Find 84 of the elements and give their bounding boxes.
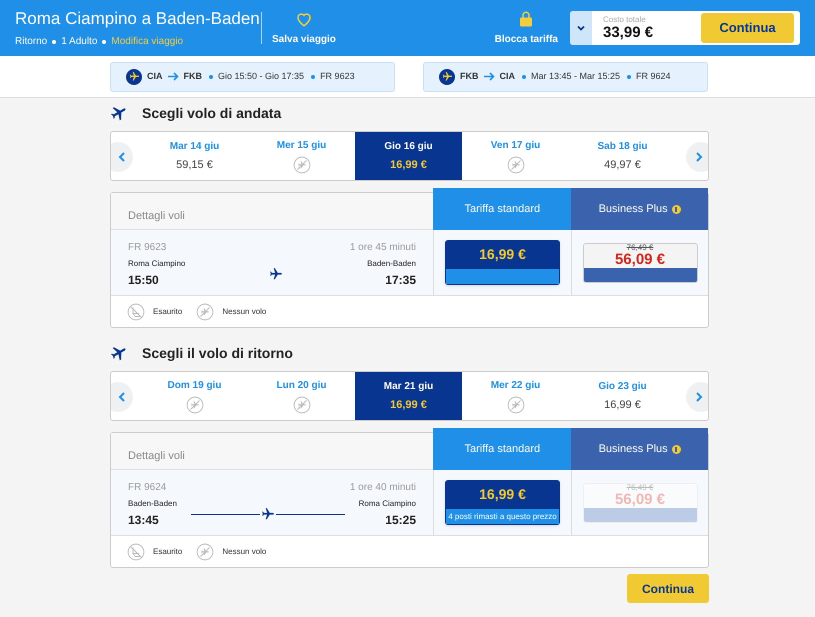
- no-flight-icon: [506, 156, 524, 174]
- no-flight-icon: [196, 302, 214, 320]
- departure-airport: Baden-Baden: [128, 498, 177, 510]
- details-header: Dettagli voli: [127, 209, 186, 224]
- old-price: 76,49 €: [626, 484, 654, 492]
- trip-info: Ritorno: [15, 35, 48, 49]
- fare-tab[interactable]: Tariffa standard: [433, 188, 572, 230]
- departure-airport: Roma Ciampino: [128, 258, 186, 270]
- arrival-airport: Baden-Baden: [367, 258, 416, 270]
- no-flight-icon: [186, 396, 204, 414]
- legend-label: Esaurito: [153, 546, 182, 558]
- arrival-airport: Roma Ciampino: [358, 498, 416, 510]
- route-title: Roma Ciampino a Baden-Baden: [15, 8, 260, 30]
- date-price: 59,15 €: [176, 158, 213, 173]
- destination-code: FKB: [184, 70, 202, 83]
- no-flight-icon: [196, 542, 214, 560]
- chevron-left-icon: [118, 392, 126, 402]
- legend-label: Nessun volo: [222, 546, 266, 558]
- details-header: Dettagli voli: [127, 449, 186, 464]
- date-price: 16,99 €: [390, 158, 427, 173]
- chevron-right-icon: [695, 392, 703, 402]
- flight-number: FR 9623: [128, 241, 166, 255]
- flight-summary-chip[interactable]: FKB CIA Mar 13:45 - Mar 15:25 FR 9624: [423, 62, 708, 92]
- destination-code: CIA: [500, 70, 515, 83]
- plane-icon: [260, 507, 275, 521]
- origin-code: FKB: [460, 70, 478, 83]
- no-flight-icon: [506, 396, 524, 414]
- flight-number: FR 9624: [128, 481, 166, 495]
- old-price: 76,49 €: [626, 244, 654, 252]
- next-button[interactable]: [686, 382, 708, 412]
- business-fare-button[interactable]: 76,49 € 56,09 €: [582, 242, 698, 282]
- chevron-left-icon: [118, 152, 126, 162]
- flight-duration: 1 ore 40 minuti: [350, 481, 416, 495]
- date-tab[interactable]: Gio 16 giu 16,99 €: [355, 132, 462, 180]
- flight-duration: 1 ore 45 minuti: [350, 241, 416, 255]
- legend-label: Nessun volo: [222, 306, 266, 318]
- sold-out-icon: [127, 302, 145, 320]
- info-icon: [672, 444, 681, 454]
- date-price: 49,97 €: [604, 158, 641, 173]
- flight-number: FR 9623: [320, 70, 355, 83]
- date-price: 16,99 €: [390, 398, 427, 413]
- section-title: Scegli volo di andata: [142, 104, 282, 123]
- continue-button[interactable]: Continua: [627, 574, 709, 603]
- fare-tab[interactable]: Business Plus: [571, 188, 708, 230]
- date-price: 16,99 €: [604, 398, 641, 413]
- arrival-time: 17:35: [385, 272, 416, 289]
- chevron-right-icon: [695, 152, 703, 162]
- flight-times: Mar 13:45 - Mar 15:25: [531, 70, 620, 83]
- arrow-right-icon: [484, 72, 494, 81]
- save-trip-button[interactable]: Salva viaggio: [272, 10, 336, 46]
- no-flight-icon: [292, 156, 310, 174]
- next-button[interactable]: [686, 142, 708, 172]
- total-price: 33,99 €: [603, 24, 654, 42]
- chevron-down-icon: [576, 23, 586, 33]
- flight-number: FR 9624: [636, 70, 671, 83]
- plane-icon: [126, 68, 142, 84]
- flight-times: Gio 15:50 - Gio 17:35: [218, 70, 304, 83]
- lock-fare-button[interactable]: Blocca tariffa: [494, 10, 558, 46]
- fare-tab[interactable]: Tariffa standard: [433, 428, 572, 470]
- business-price: 56,09 €: [614, 492, 666, 508]
- continue-button[interactable]: Continua: [701, 13, 794, 43]
- date-tab[interactable]: Mar 21 giu 16,99 €: [355, 372, 462, 420]
- legend-label: Esaurito: [153, 306, 182, 318]
- fare-tab[interactable]: Business Plus: [571, 428, 708, 470]
- standard-fare-button[interactable]: 16,99 €: [445, 240, 560, 285]
- total-label: Costo totale: [603, 14, 647, 24]
- standard-fare-button[interactable]: 16,99 € 4 posti rimasti a questo prezzo: [445, 480, 560, 525]
- no-flight-icon: [292, 396, 310, 414]
- departure-time: 15:50: [128, 272, 160, 289]
- previous-button[interactable]: [111, 382, 133, 412]
- info-icon: [672, 204, 681, 214]
- origin-code: CIA: [147, 70, 162, 83]
- trip-info: 1 Adulto: [61, 35, 98, 49]
- section-title: Scegli il volo di ritorno: [142, 344, 293, 363]
- plane-icon: [439, 68, 455, 84]
- plane-icon: [269, 267, 284, 281]
- departure-time: 13:45: [128, 512, 160, 529]
- business-price: 56,09 €: [614, 252, 666, 268]
- arrival-time: 15:25: [385, 512, 416, 529]
- arrow-right-icon: [168, 72, 178, 81]
- expand-button[interactable]: [570, 11, 592, 45]
- previous-button[interactable]: [111, 142, 133, 172]
- flight-summary-chip[interactable]: CIA FKB Gio 15:50 - Gio 17:35 FR 9623: [110, 62, 395, 92]
- sold-out-icon: [127, 542, 145, 560]
